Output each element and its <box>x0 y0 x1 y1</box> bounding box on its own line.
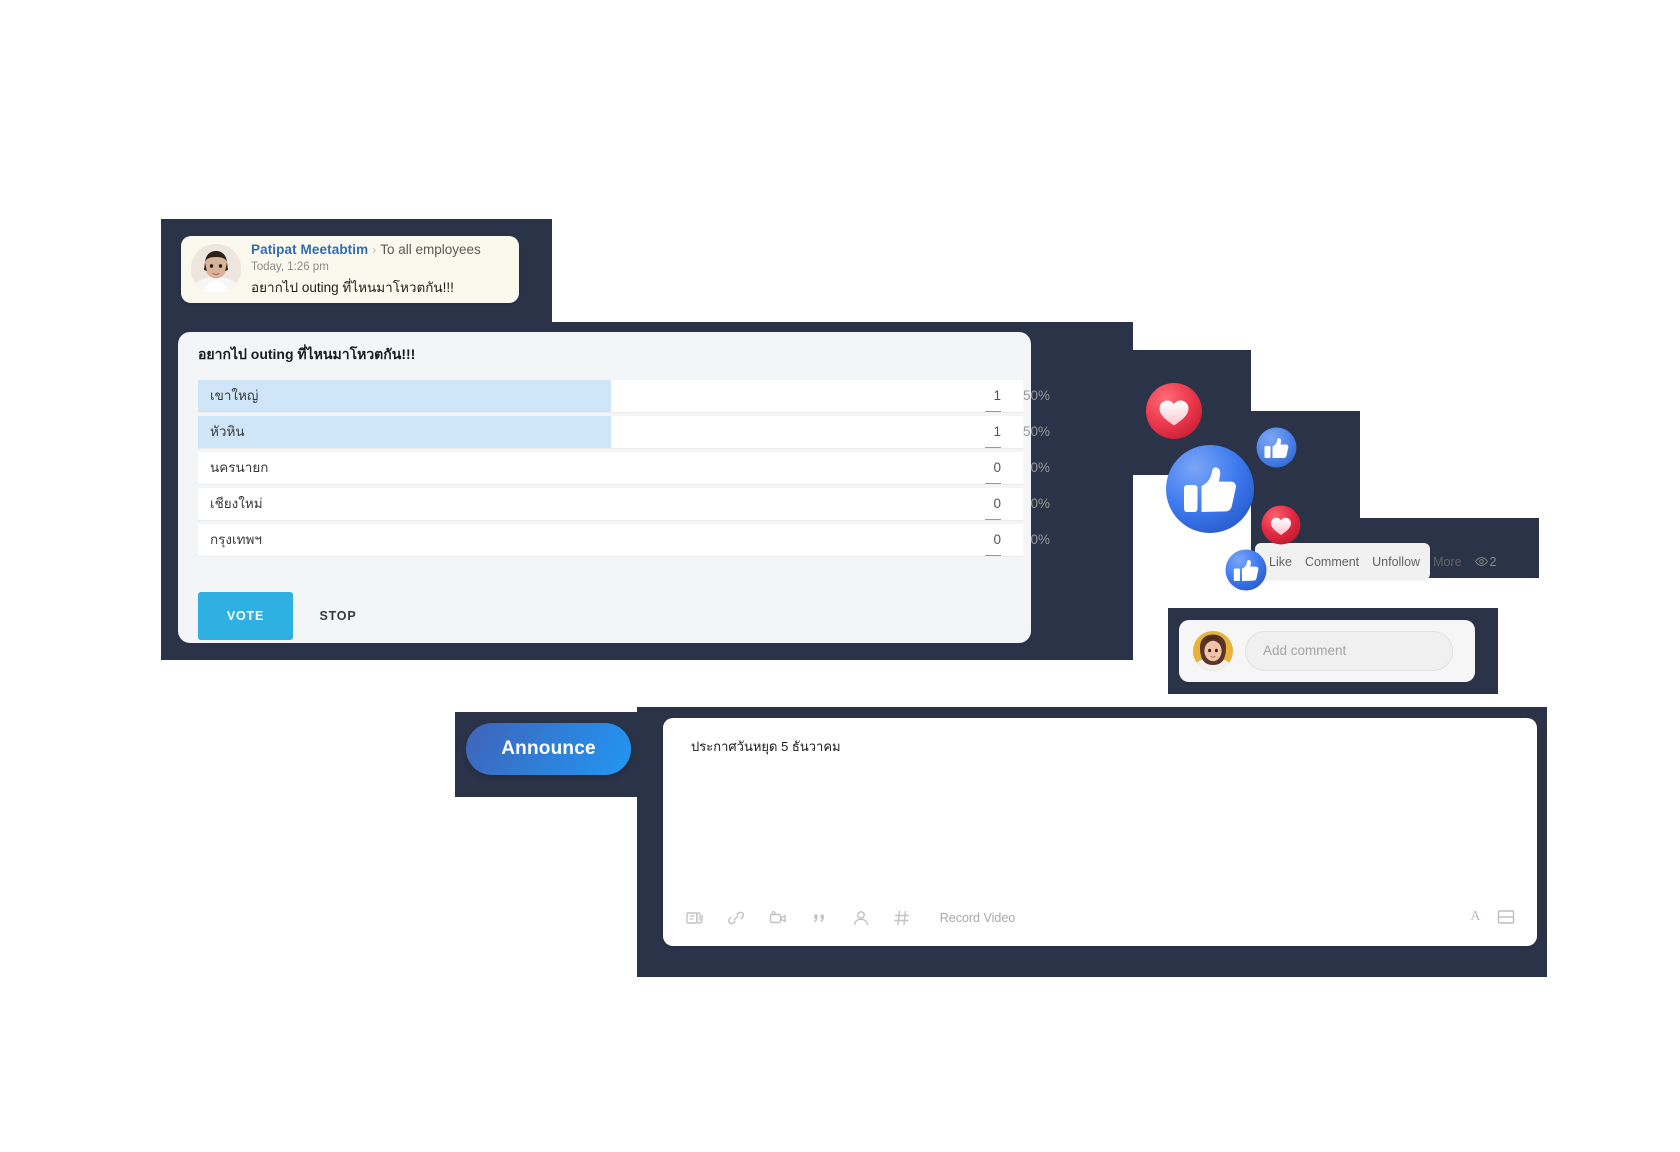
poll-option-row[interactable]: หัวหิน 1 50% <box>198 416 1050 452</box>
avatar[interactable] <box>1193 631 1233 671</box>
poll-option-percent: 50% <box>1022 424 1050 439</box>
poll-option-count[interactable]: 1 <box>985 380 1001 412</box>
announce-editor-text[interactable]: ประกาศวันหยุด 5 ธันวาคม <box>691 736 841 757</box>
comment-bar: Add comment <box>1179 620 1475 682</box>
poll-actions: VOTE STOP <box>198 592 356 640</box>
poll-option-track <box>198 416 1023 449</box>
poll-option-label: กรุงเทพฯ <box>210 532 263 547</box>
poll-option-percent: 0% <box>1030 496 1050 511</box>
poll-card: อยากไป outing ที่ไหนมาโหวตกัน!!! เขาใหญ่… <box>178 332 1050 643</box>
poll-option-count[interactable]: 1 <box>985 416 1001 448</box>
poll-options-list: เขาใหญ่ 1 50% หัวหิน 1 50% นครนายก 0 0% <box>198 380 1050 560</box>
stop-button[interactable]: STOP <box>319 609 356 623</box>
post-header-card: Patipat Meetabtim › To all employees Today… <box>181 236 519 303</box>
quote-icon[interactable] <box>809 908 829 928</box>
post-identity-line: Patipat Meetabtim › To all employees <box>251 241 513 259</box>
post-audience[interactable]: To all employees <box>380 242 481 257</box>
announce-button-label: Announce <box>501 738 596 759</box>
attach-file-icon[interactable] <box>685 908 705 928</box>
text-format-icon[interactable]: A <box>1470 909 1480 925</box>
poll-option-percent: 50% <box>1022 388 1050 403</box>
poll-option-label: นครนายก <box>210 460 269 475</box>
poll-option-percent: 0% <box>1030 532 1050 547</box>
post-action-bar: Like Comment Unfollow More 2 <box>1255 543 1497 580</box>
announce-button[interactable]: Announce <box>466 723 631 775</box>
editor-toolbar-right: A <box>1458 908 1515 932</box>
poll-option-track <box>198 524 1023 557</box>
poll-option-percent: 0% <box>1030 460 1050 475</box>
comment-action[interactable]: Comment <box>1305 555 1359 569</box>
poll-option-count[interactable]: 0 <box>985 452 1001 484</box>
post-message: อยากไป outing ที่ไหนมาโหวตกัน!!! <box>251 280 454 295</box>
announce-editor[interactable]: ประกาศวันหยุด 5 ธันวาคม Record Video A <box>663 718 1537 946</box>
poll-option-label: เขาใหญ่ <box>210 388 259 403</box>
poll-title: อยากไป outing ที่ไหนมาโหวตกัน!!! <box>198 346 416 362</box>
comment-input[interactable]: Add comment <box>1245 631 1453 671</box>
poll-option-label: หัวหิน <box>210 424 245 439</box>
post-meta: Patipat Meetabtim › To all employees Today… <box>251 241 513 298</box>
poll-option-track <box>198 488 1023 521</box>
poll-option-fill <box>198 416 611 448</box>
poll-option-track <box>198 452 1023 485</box>
poll-option-row[interactable]: เขาใหญ่ 1 50% <box>198 380 1050 416</box>
like-reaction-small[interactable] <box>1256 427 1297 468</box>
screenshot-stage: Patipat Meetabtim › To all employees Today… <box>0 0 1680 1152</box>
video-camera-icon[interactable] <box>768 908 788 928</box>
hashtag-icon[interactable] <box>892 908 912 928</box>
mention-person-icon[interactable] <box>851 908 871 928</box>
vote-button[interactable]: VOTE <box>198 592 293 640</box>
like-action[interactable]: Like <box>1269 555 1292 569</box>
editor-toolbar: Record Video A <box>685 908 1515 932</box>
link-icon[interactable] <box>726 908 746 928</box>
more-action[interactable]: More <box>1433 555 1461 569</box>
heart-reaction-large[interactable] <box>1145 382 1203 440</box>
poll-option-count[interactable]: 0 <box>985 524 1001 556</box>
post-author[interactable]: Patipat Meetabtim <box>251 242 368 257</box>
record-video-button[interactable]: Record Video <box>940 911 1016 925</box>
view-count-value: 2 <box>1489 555 1497 569</box>
poll-option-count[interactable]: 0 <box>985 488 1001 520</box>
poll-option-label: เชียงใหม่ <box>210 496 263 511</box>
eye-icon <box>1474 557 1488 566</box>
poll-option-row[interactable]: นครนายก 0 0% <box>198 452 1050 488</box>
post-action-bar-inner: Like Comment Unfollow More 2 <box>1269 543 1497 580</box>
layout-icon[interactable] <box>1497 908 1515 926</box>
chevron-right-icon: › <box>372 242 377 257</box>
like-reaction-tiny[interactable] <box>1225 549 1267 591</box>
poll-option-track <box>198 380 1023 413</box>
poll-option-row[interactable]: เชียงใหม่ 0 0% <box>198 488 1050 524</box>
view-count: 2 <box>1474 555 1497 569</box>
like-reaction-large[interactable] <box>1165 444 1255 534</box>
heart-reaction-small[interactable] <box>1261 505 1301 545</box>
avatar <box>191 244 241 294</box>
poll-option-row[interactable]: กรุงเทพฯ 0 0% <box>198 524 1050 560</box>
poll-option-fill <box>198 380 611 412</box>
unfollow-action[interactable]: Unfollow <box>1372 555 1420 569</box>
post-timestamp: Today, 1:26 pm <box>251 261 329 273</box>
